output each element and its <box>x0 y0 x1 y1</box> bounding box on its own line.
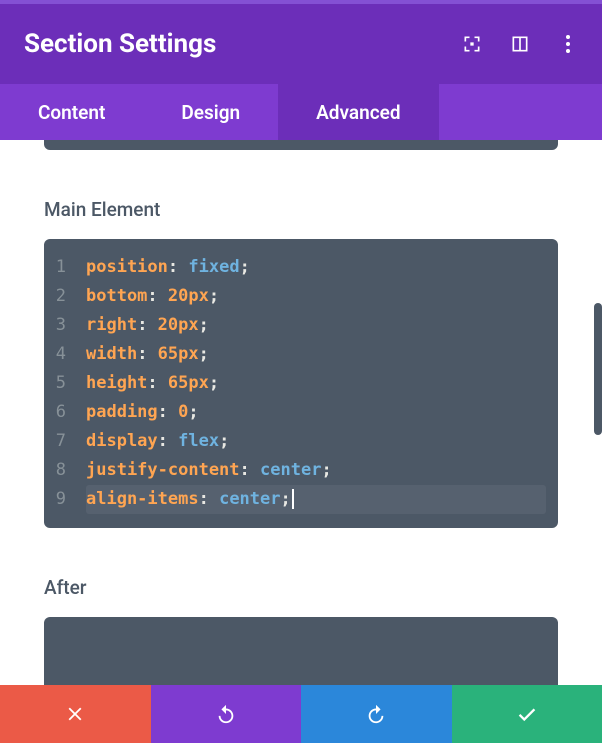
line-number: 7 <box>44 427 86 456</box>
code-content: display: flex; <box>86 427 546 456</box>
header-icon-group <box>462 34 578 54</box>
settings-content: Main Element 1position: fixed;2bottom: 2… <box>0 140 602 685</box>
tab-design[interactable]: Design <box>143 84 278 140</box>
undo-button[interactable] <box>151 685 302 743</box>
code-content: padding: 0; <box>86 398 546 427</box>
code-content: height: 65px; <box>86 369 546 398</box>
check-icon <box>516 703 538 725</box>
redo-button[interactable] <box>301 685 452 743</box>
line-number: 1 <box>44 253 86 282</box>
code-content: bottom: 20px; <box>86 282 546 311</box>
focus-icon[interactable] <box>462 34 482 54</box>
code-line: 1position: fixed; <box>44 253 546 282</box>
code-line: 7display: flex; <box>44 427 546 456</box>
footer-actions <box>0 685 602 743</box>
code-line: 5height: 65px; <box>44 369 546 398</box>
close-icon <box>64 703 86 725</box>
code-line: 3right: 20px; <box>44 311 546 340</box>
line-number: 9 <box>44 485 86 514</box>
main-element-label: Main Element <box>44 198 558 221</box>
line-number: 6 <box>44 398 86 427</box>
code-line: 8justify-content: center; <box>44 456 546 485</box>
code-content: width: 65px; <box>86 340 546 369</box>
redo-icon <box>365 703 387 725</box>
columns-icon[interactable] <box>510 34 530 54</box>
line-number: 5 <box>44 369 86 398</box>
text-cursor <box>292 489 294 509</box>
after-code-editor[interactable] <box>44 617 558 685</box>
code-content: right: 20px; <box>86 311 546 340</box>
code-content: justify-content: center; <box>86 456 546 485</box>
tab-content[interactable]: Content <box>0 84 143 140</box>
after-label: After <box>44 576 558 599</box>
code-line: 6padding: 0; <box>44 398 546 427</box>
line-number: 8 <box>44 456 86 485</box>
undo-icon <box>215 703 237 725</box>
line-number: 3 <box>44 311 86 340</box>
page-title: Section Settings <box>24 29 216 59</box>
code-content: align-items: center; <box>86 485 546 514</box>
more-menu-icon[interactable] <box>558 34 578 54</box>
scrollbar-thumb[interactable] <box>594 303 602 435</box>
main-element-code-editor[interactable]: 1position: fixed;2bottom: 20px;3right: 2… <box>44 239 558 528</box>
code-line: 9align-items: center; <box>44 485 546 514</box>
tab-advanced[interactable]: Advanced <box>278 84 438 140</box>
confirm-button[interactable] <box>452 685 602 743</box>
close-button[interactable] <box>0 685 151 743</box>
previous-field-stub <box>44 140 558 150</box>
settings-header: Section Settings <box>0 0 602 84</box>
code-content: position: fixed; <box>86 253 546 282</box>
code-line: 2bottom: 20px; <box>44 282 546 311</box>
line-number: 2 <box>44 282 86 311</box>
line-number: 4 <box>44 340 86 369</box>
settings-tabs: Content Design Advanced <box>0 84 602 140</box>
code-line: 4width: 65px; <box>44 340 546 369</box>
